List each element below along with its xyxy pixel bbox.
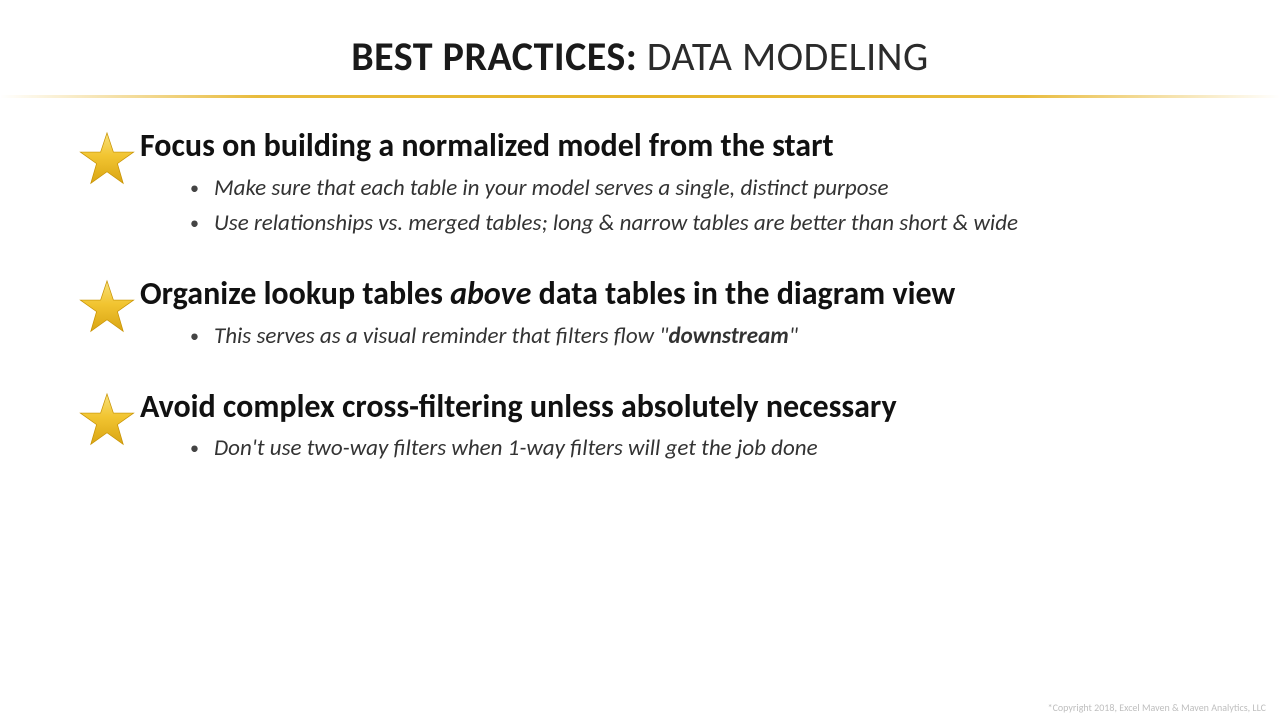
copyright-text: *Copyright 2018, Excel Maven & Maven Ana…	[1048, 701, 1266, 714]
heading-text: Avoid complex cross-filtering unless abs…	[140, 387, 897, 426]
sub-bullet: Make sure that each table in your model …	[190, 171, 1220, 207]
list-item: Avoid complex cross-filtering unless abs…	[60, 389, 1220, 467]
bullet-text: Use relationships vs. merged tables; lon…	[214, 209, 1018, 237]
bullet-text: Make sure that each table in your model …	[214, 174, 889, 202]
star-icon	[78, 278, 136, 336]
item-body: Organize lookup tables above data tables…	[130, 276, 1220, 354]
bullet-text: This serves as a visual reminder that fi…	[214, 322, 668, 350]
sub-bullet: Use relationships vs. merged tables; lon…	[190, 206, 1220, 242]
sub-bullet-list: Don't use two-way filters when 1-way fil…	[140, 431, 1220, 467]
slide: BEST PRACTICES: DATA MODELING Focus on b…	[0, 0, 1280, 720]
star-icon	[78, 130, 136, 188]
bullet-bold: downstream	[668, 322, 788, 350]
star-bullet	[60, 389, 130, 449]
bullet-text: Don't use two-way filters when 1-way fil…	[214, 434, 818, 462]
content-area: Focus on building a normalized model fro…	[0, 98, 1280, 467]
item-body: Avoid complex cross-filtering unless abs…	[130, 389, 1220, 467]
item-body: Focus on building a normalized model fro…	[130, 128, 1220, 242]
item-heading: Organize lookup tables above data tables…	[140, 276, 1220, 313]
sub-bullet-list: Make sure that each table in your model …	[140, 171, 1220, 242]
title-bold: BEST PRACTICES:	[351, 32, 637, 81]
star-bullet	[60, 276, 130, 336]
list-item: Organize lookup tables above data tables…	[60, 276, 1220, 354]
slide-title: BEST PRACTICES: DATA MODELING	[0, 0, 1280, 91]
heading-emphasis: above	[450, 274, 531, 313]
sub-bullet: Don't use two-way filters when 1-way fil…	[190, 431, 1220, 467]
heading-text: data tables in the diagram view	[531, 274, 955, 313]
list-item: Focus on building a normalized model fro…	[60, 128, 1220, 242]
item-heading: Focus on building a normalized model fro…	[140, 128, 1220, 165]
star-icon	[78, 391, 136, 449]
heading-text: Focus on building a normalized model fro…	[140, 126, 834, 165]
heading-text: Organize lookup tables	[140, 274, 450, 313]
sub-bullet-list: This serves as a visual reminder that fi…	[140, 319, 1220, 355]
bullet-text: "	[789, 322, 798, 350]
title-light: DATA MODELING	[637, 32, 928, 81]
sub-bullet: This serves as a visual reminder that fi…	[190, 319, 1220, 355]
item-heading: Avoid complex cross-filtering unless abs…	[140, 389, 1220, 426]
star-bullet	[60, 128, 130, 188]
